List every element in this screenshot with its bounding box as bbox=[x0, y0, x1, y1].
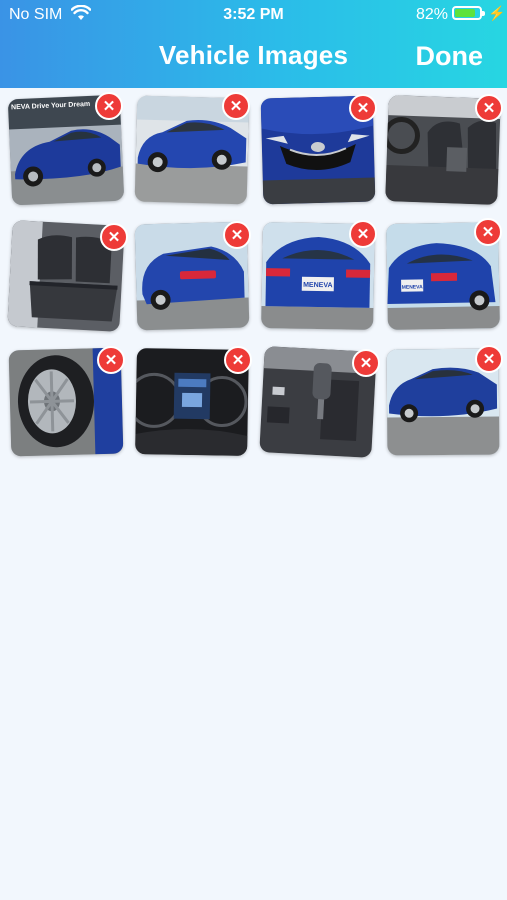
close-icon: ✕ bbox=[356, 225, 370, 243]
close-icon: ✕ bbox=[230, 226, 244, 244]
close-icon: ✕ bbox=[229, 97, 243, 115]
image-overlay-text: MENEVA bbox=[303, 282, 333, 290]
battery-nub bbox=[482, 11, 485, 16]
status-bar: No SIM 3:52 PM 82% ⚡ bbox=[0, 0, 507, 30]
close-icon: ✕ bbox=[481, 223, 495, 241]
close-icon: ✕ bbox=[102, 97, 116, 115]
delete-image-button[interactable]: ✕ bbox=[97, 346, 125, 374]
delete-image-button[interactable]: ✕ bbox=[475, 94, 503, 122]
delete-image-button[interactable]: ✕ bbox=[352, 349, 380, 377]
battery-level-fill bbox=[455, 9, 475, 17]
done-button[interactable]: Done bbox=[416, 41, 484, 72]
image-overlay-text: MENEVA bbox=[402, 284, 424, 290]
delete-image-button[interactable]: ✕ bbox=[224, 346, 252, 374]
close-icon: ✕ bbox=[107, 228, 121, 246]
close-icon: ✕ bbox=[482, 99, 496, 117]
close-icon: ✕ bbox=[359, 354, 373, 372]
top-header: No SIM 3:52 PM 82% ⚡ Vehicle Images Done bbox=[0, 0, 507, 88]
delete-image-button[interactable]: ✕ bbox=[349, 94, 377, 122]
close-icon: ✕ bbox=[356, 99, 370, 117]
delete-image-button[interactable]: ✕ bbox=[222, 92, 250, 120]
delete-image-button[interactable]: ✕ bbox=[100, 223, 128, 251]
delete-image-button[interactable]: ✕ bbox=[223, 221, 251, 249]
battery-percent: 82% bbox=[416, 6, 449, 23]
delete-image-button[interactable]: ✕ bbox=[95, 92, 123, 120]
delete-image-button[interactable]: ✕ bbox=[349, 220, 377, 248]
battery-icon bbox=[452, 6, 485, 20]
close-icon: ✕ bbox=[104, 351, 118, 369]
delete-image-button[interactable]: ✕ bbox=[475, 345, 503, 373]
close-icon: ✕ bbox=[231, 351, 245, 369]
delete-image-button[interactable]: ✕ bbox=[474, 218, 502, 246]
close-icon: ✕ bbox=[482, 350, 496, 368]
bolt-icon: ⚡ bbox=[488, 5, 506, 21]
